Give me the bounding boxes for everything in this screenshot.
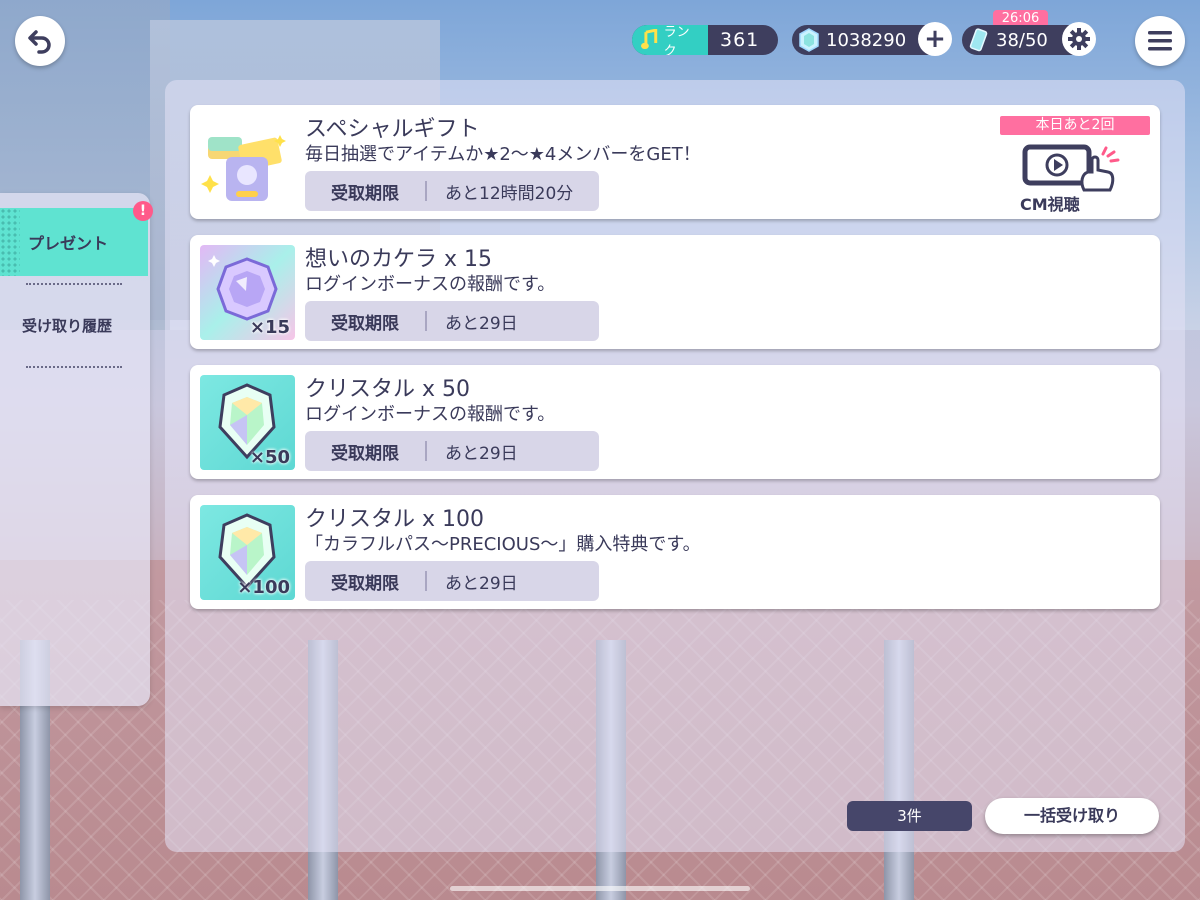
crystal-count: 1038290 xyxy=(826,29,907,51)
gear-icon xyxy=(1068,28,1090,50)
tab-receive-history[interactable]: 受け取り履歴 xyxy=(22,315,112,336)
gift-quantity: ×50 xyxy=(249,447,290,468)
special-gift-thumbnail xyxy=(200,115,295,210)
gift-card[interactable]: ×100 クリスタル x 100 「カラフルパス〜PRECIOUS〜」購入特典で… xyxy=(190,495,1160,609)
stamina-value: 38/50 xyxy=(996,29,1048,51)
limit-separator xyxy=(425,571,427,591)
sidebar-divider xyxy=(26,366,122,368)
gift-thumbnail: ×50 xyxy=(200,375,295,470)
special-gift-card[interactable]: スペシャルギフト 毎日抽選でアイテムか★2〜★4メンバーをGET！ 受取期限 あ… xyxy=(190,105,1160,219)
video-tap-icon xyxy=(1022,144,1120,192)
receive-limit-label: 受取期限 xyxy=(331,183,399,204)
receive-limit-value: あと12時間20分 xyxy=(445,183,574,204)
gift-card[interactable]: ×50 クリスタル x 50 ログインボーナスの報酬です。 受取期限 あと29日 xyxy=(190,365,1160,479)
sidebar-divider xyxy=(26,283,122,285)
rank-value: 361 xyxy=(720,29,760,51)
back-button[interactable] xyxy=(15,16,65,66)
gift-description: ログインボーナスの報酬です。 xyxy=(305,274,556,295)
daily-quota-badge: 本日あと2回 xyxy=(1000,116,1150,135)
receive-limit-value: あと29日 xyxy=(445,443,518,464)
gift-count-badge: 3件 xyxy=(847,801,972,831)
special-gift-description: 毎日抽選でアイテムか★2〜★4メンバーをGET！ xyxy=(305,144,701,165)
gift-title: 想いのカケラ x 15 xyxy=(305,247,493,272)
home-indicator xyxy=(450,886,750,891)
limit-separator xyxy=(425,311,427,331)
claim-all-button[interactable]: 一括受け取り xyxy=(985,798,1159,834)
receive-limit: 受取期限 あと12時間20分 xyxy=(305,171,599,211)
tab-decoration xyxy=(0,208,20,276)
tab-receive-history-label: 受け取り履歴 xyxy=(22,317,113,335)
rank-label-area: ランク xyxy=(632,25,708,55)
alert-badge: ! xyxy=(133,201,153,221)
stamina-display: 38/50 xyxy=(962,22,1096,56)
receive-limit: 受取期限 あと29日 xyxy=(305,431,599,471)
gift-description: 「カラフルパス〜PRECIOUS〜」購入特典です。 xyxy=(305,534,701,555)
receive-limit-label: 受取期限 xyxy=(331,573,399,594)
receive-limit-label: 受取期限 xyxy=(331,443,399,464)
stamina-ticket-icon xyxy=(969,28,988,52)
receive-limit-value: あと29日 xyxy=(445,573,518,594)
limit-separator xyxy=(425,181,427,201)
gift-items-icon xyxy=(201,135,286,201)
gift-title: クリスタル x 50 xyxy=(305,377,471,402)
music-note-icon xyxy=(640,29,658,50)
tab-present[interactable]: プレゼント xyxy=(0,208,148,276)
gift-title: クリスタル x 100 xyxy=(305,507,484,532)
back-arrow-icon xyxy=(28,30,51,54)
gift-description: ログインボーナスの報酬です。 xyxy=(305,404,556,425)
crystal-display: 1038290 + xyxy=(792,22,952,56)
receive-limit: 受取期限 あと29日 xyxy=(305,561,599,601)
receive-limit: 受取期限 あと29日 xyxy=(305,301,599,341)
gift-quantity: ×100 xyxy=(237,577,290,598)
special-gift-title: スペシャルギフト xyxy=(305,117,480,142)
hamburger-menu-icon xyxy=(1148,31,1172,51)
receive-limit-label: 受取期限 xyxy=(331,313,399,334)
menu-button[interactable] xyxy=(1135,16,1185,66)
settings-button[interactable] xyxy=(1062,22,1096,56)
receive-limit-value: あと29日 xyxy=(445,313,518,334)
add-crystal-button[interactable]: + xyxy=(918,22,952,56)
rank-display: ランク 361 xyxy=(632,25,778,55)
gift-thumbnail: ×100 xyxy=(200,505,295,600)
limit-separator xyxy=(425,441,427,461)
gift-thumbnail: ×15 xyxy=(200,245,295,340)
cm-label: CM視聴 xyxy=(1020,195,1080,214)
tab-present-label: プレゼント xyxy=(28,234,109,253)
gift-quantity: ×15 xyxy=(249,317,290,338)
gift-card[interactable]: ×15 想いのカケラ x 15 ログインボーナスの報酬です。 受取期限 あと29… xyxy=(190,235,1160,349)
crystal-icon xyxy=(799,28,819,52)
rank-label: ランク xyxy=(663,25,690,55)
